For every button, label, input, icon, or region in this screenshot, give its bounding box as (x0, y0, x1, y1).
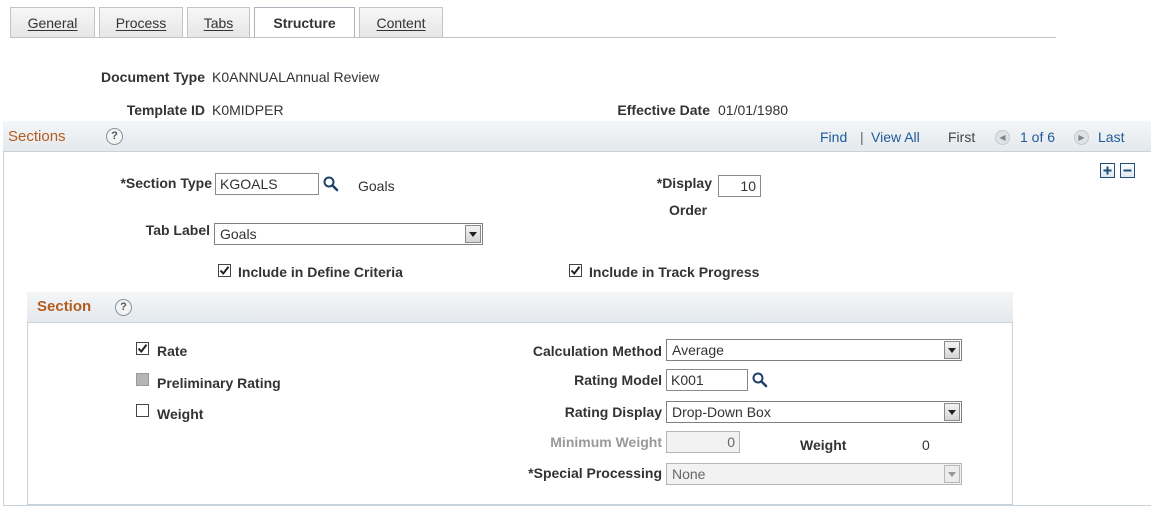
tab-label-label: Tab Label (145, 222, 210, 238)
weight-label: Weight (157, 406, 204, 422)
include-define-criteria-checkbox[interactable] (218, 264, 231, 277)
magnifier-icon[interactable] (751, 371, 769, 389)
last-link[interactable]: Last (1098, 129, 1124, 145)
sections-header (3, 121, 1151, 152)
template-id-label: Template ID (126, 102, 205, 118)
tab-general[interactable]: General (10, 7, 95, 37)
chevron-down-icon (944, 465, 960, 483)
include-track-progress-checkbox[interactable] (569, 264, 582, 277)
preliminary-rating-label: Preliminary Rating (157, 375, 281, 391)
section-header (27, 292, 1013, 323)
chevron-down-icon[interactable] (944, 403, 960, 421)
plus-icon[interactable] (1100, 163, 1115, 178)
chevron-down-icon[interactable] (944, 341, 960, 359)
special-processing-selected: None (672, 466, 706, 482)
previous-arrow-icon[interactable]: ◀ (995, 130, 1010, 145)
section-title: Section (37, 298, 92, 315)
effective-date-value: 01/01/1980 (718, 102, 789, 118)
help-icon[interactable]: ? (115, 299, 132, 316)
section-type-label: *Section Type (120, 175, 212, 191)
minimum-weight-label: Minimum Weight (550, 434, 662, 450)
display-order-label-line2: Order (669, 202, 708, 218)
rating-model-label: Rating Model (574, 372, 662, 388)
document-type-value: K0ANNUAL (212, 69, 286, 85)
help-icon[interactable]: ? (106, 128, 123, 145)
document-type-description: Annual Review (286, 69, 380, 85)
view-all-link[interactable]: View All (871, 129, 920, 145)
tab-tabs[interactable]: Tabs (187, 7, 250, 37)
preliminary-rating-checkbox (136, 373, 149, 386)
weight-checkbox[interactable] (136, 404, 149, 417)
tab-bar-divider (10, 37, 1056, 38)
minimum-weight-input: 0 (666, 431, 740, 453)
rating-display-selected: Drop-Down Box (672, 404, 771, 420)
document-type-label: Document Type (101, 69, 205, 85)
minus-icon[interactable] (1120, 163, 1135, 178)
template-id-value: K0MIDPER (212, 102, 284, 118)
row-count: 1 of 6 (1020, 129, 1056, 145)
magnifier-icon[interactable] (322, 175, 340, 193)
special-processing-select: None (666, 463, 962, 485)
tab-structure[interactable]: Structure (254, 7, 355, 38)
rating-model-input[interactable]: K001 (666, 369, 748, 391)
tab-process[interactable]: Process (99, 7, 183, 37)
display-order-input[interactable]: 10 (718, 175, 761, 197)
section-type-input[interactable]: KGOALS (215, 173, 319, 195)
link-separator: | (860, 129, 864, 145)
effective-date-label: Effective Date (617, 102, 710, 118)
section-type-description: Goals (358, 178, 395, 194)
rate-label: Rate (157, 343, 188, 359)
include-track-progress-label: Include in Track Progress (589, 264, 760, 280)
chevron-down-icon[interactable] (465, 225, 481, 243)
first-label: First (948, 129, 976, 145)
calculation-method-select[interactable]: Average (666, 339, 962, 361)
calculation-method-selected: Average (672, 342, 724, 358)
tab-label-selected: Goals (220, 226, 257, 242)
special-processing-label: *Special Processing (528, 465, 662, 481)
weight-total-value: 0 (922, 437, 930, 453)
tab-label-select[interactable]: Goals (214, 223, 483, 245)
display-order-label: *Display (656, 175, 712, 191)
rate-checkbox[interactable] (136, 342, 149, 355)
rating-display-select[interactable]: Drop-Down Box (666, 401, 962, 423)
find-link[interactable]: Find (820, 129, 847, 145)
calculation-method-label: Calculation Method (532, 343, 662, 359)
include-define-criteria-label: Include in Define Criteria (238, 264, 403, 280)
weight-total-label: Weight (800, 437, 847, 453)
tab-content[interactable]: Content (359, 7, 443, 37)
rating-display-label: Rating Display (564, 404, 662, 420)
next-arrow-icon[interactable]: ▶ (1074, 130, 1089, 145)
sections-title: Sections (8, 128, 66, 145)
